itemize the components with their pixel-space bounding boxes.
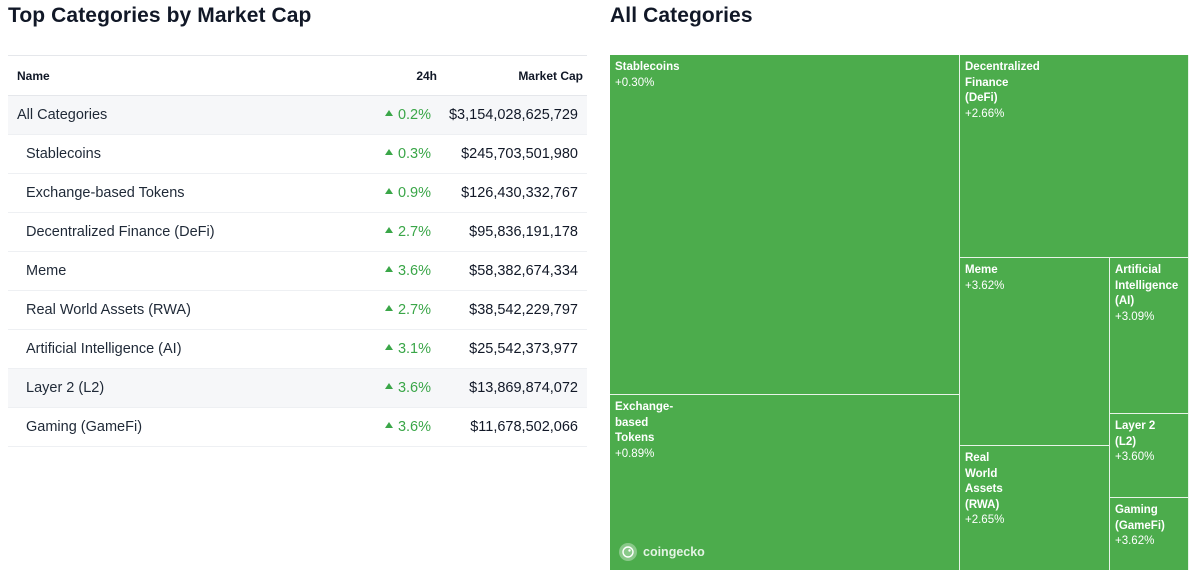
- caret-up-icon: [384, 227, 393, 233]
- tile-change: +3.62%: [1115, 535, 1155, 547]
- treemap-title: All Categories: [610, 4, 753, 27]
- market-cap-cell: $13,869,874,072: [469, 380, 578, 396]
- table-row[interactable]: Stablecoins 0.3% $245,703,501,980: [8, 135, 587, 174]
- tile-label: Layer 2 (L2): [1115, 420, 1156, 448]
- tile-change: +3.62%: [965, 279, 1005, 292]
- table-title: Top Categories by Market Cap: [8, 4, 312, 27]
- tile-change: +0.89%: [615, 447, 655, 460]
- change-cell: 2.7%: [384, 224, 431, 240]
- caret-up-icon: [384, 422, 393, 428]
- change-cell: 2.7%: [384, 302, 431, 318]
- category-name[interactable]: Layer 2 (L2): [26, 380, 104, 396]
- market-cap-cell: $38,542,229,797: [469, 302, 578, 318]
- caret-up-icon: [384, 110, 393, 116]
- change-cell: 3.1%: [384, 341, 431, 357]
- change-cell: 3.6%: [384, 380, 431, 396]
- change-cell: 0.2%: [384, 107, 431, 123]
- change-cell: 0.9%: [384, 185, 431, 201]
- category-name[interactable]: Exchange-based Tokens: [26, 185, 185, 201]
- tile-change: +2.65%: [965, 514, 1005, 526]
- tile-label: Exchange-based Tokens: [615, 401, 674, 444]
- tile-change: +3.60%: [1115, 451, 1155, 463]
- market-cap-cell: $245,703,501,980: [461, 146, 578, 162]
- treemap-tile-stablecoins[interactable]: Stablecoins +0.30%: [610, 55, 960, 395]
- category-treemap: Stablecoins +0.30% Decentralized Finance(…: [610, 55, 1189, 570]
- tile-change: +3.09%: [1115, 310, 1155, 323]
- tile-label: Stablecoins: [615, 61, 680, 73]
- coingecko-logo-icon: [619, 543, 637, 561]
- table-row[interactable]: Meme 3.6% $58,382,674,334: [8, 252, 587, 291]
- table-row[interactable]: Real World Assets (RWA) 2.7% $38,542,229…: [8, 291, 587, 330]
- caret-up-icon: [384, 344, 393, 350]
- market-cap-cell: $95,836,191,178: [469, 224, 578, 240]
- treemap-tile-rwa[interactable]: Real World Assets (RWA) +2.65%: [960, 446, 1110, 570]
- market-cap-cell: $58,382,674,334: [469, 263, 578, 279]
- category-name[interactable]: Real World Assets (RWA): [26, 302, 191, 318]
- header-name[interactable]: Name: [17, 69, 50, 83]
- category-name[interactable]: Meme: [26, 263, 66, 279]
- caret-up-icon: [384, 188, 393, 194]
- category-name[interactable]: All Categories: [17, 107, 107, 123]
- category-name[interactable]: Stablecoins: [26, 146, 101, 162]
- header-market-cap[interactable]: Market Cap: [518, 69, 583, 83]
- table-row[interactable]: All Categories 0.2% $3,154,028,625,729: [8, 96, 587, 135]
- tile-label: Artificial Intelligence (AI): [1115, 264, 1179, 307]
- table-row[interactable]: Artificial Intelligence (AI) 3.1% $25,54…: [8, 330, 587, 369]
- change-cell: 0.3%: [384, 146, 431, 162]
- table-header: Name 24h Market Cap: [8, 55, 587, 96]
- treemap-tile-defi[interactable]: Decentralized Finance (DeFi) +2.66%: [960, 55, 1189, 258]
- table-row[interactable]: Layer 2 (L2) 3.6% $13,869,874,072: [8, 369, 587, 408]
- tile-label: Real World Assets (RWA): [965, 452, 1003, 511]
- table-row[interactable]: Exchange-based Tokens 0.9% $126,430,332,…: [8, 174, 587, 213]
- watermark-text: coingecko: [643, 545, 705, 559]
- header-24h[interactable]: 24h: [416, 69, 437, 83]
- coingecko-watermark: coingecko: [619, 543, 705, 561]
- caret-up-icon: [384, 149, 393, 155]
- market-cap-cell: $11,678,502,066: [470, 419, 578, 435]
- treemap-tile-gamefi[interactable]: Gaming (GameFi) +3.62%: [1110, 498, 1189, 570]
- treemap-tile-layer-2[interactable]: Layer 2 (L2) +3.60%: [1110, 414, 1189, 498]
- market-cap-cell: $3,154,028,625,729: [448, 107, 578, 123]
- tile-change: +2.66%: [965, 107, 1005, 120]
- category-name[interactable]: Artificial Intelligence (AI): [26, 341, 182, 357]
- treemap-tile-ai[interactable]: Artificial Intelligence (AI) +3.09%: [1110, 258, 1189, 414]
- caret-up-icon: [384, 383, 393, 389]
- tile-label: Decentralized Finance (DeFi): [965, 61, 1040, 104]
- caret-up-icon: [384, 305, 393, 311]
- categories-table: Name 24h Market Cap All Categories 0.2% …: [8, 55, 587, 447]
- change-cell: 3.6%: [384, 419, 431, 435]
- category-name[interactable]: Gaming (GameFi): [26, 419, 142, 435]
- treemap-tile-meme[interactable]: Meme +3.62%: [960, 258, 1110, 446]
- category-name[interactable]: Decentralized Finance (DeFi): [26, 224, 215, 240]
- tile-change: +0.30%: [615, 76, 655, 89]
- market-cap-cell: $126,430,332,767: [461, 185, 578, 201]
- tile-label: Gaming (GameFi): [1115, 504, 1165, 532]
- table-row[interactable]: Decentralized Finance (DeFi) 2.7% $95,83…: [8, 213, 587, 252]
- market-cap-cell: $25,542,373,977: [469, 341, 578, 357]
- change-cell: 3.6%: [384, 263, 431, 279]
- tile-label: Meme: [965, 264, 998, 276]
- table-row[interactable]: Gaming (GameFi) 3.6% $11,678,502,066: [8, 408, 587, 447]
- caret-up-icon: [384, 266, 393, 272]
